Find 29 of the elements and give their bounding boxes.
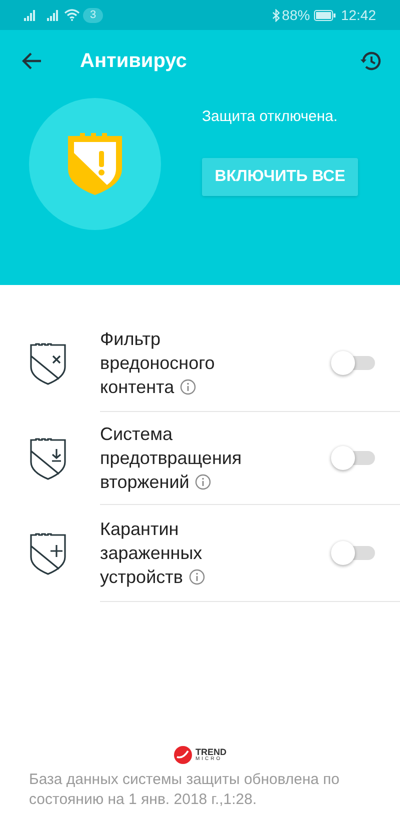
notification-badge: 3	[83, 8, 104, 22]
signal-icon	[47, 9, 60, 21]
history-icon	[359, 49, 383, 73]
feature-label: устройств	[100, 567, 183, 587]
toggle-switch[interactable]	[331, 446, 375, 470]
battery-percent: 88%	[282, 6, 310, 24]
signal-icon	[24, 9, 37, 21]
clock: 12:42	[340, 6, 376, 24]
screen-title: Антивирус	[80, 49, 187, 74]
ball-logo-icon	[174, 746, 192, 764]
feature-label: контента	[100, 377, 174, 397]
logo-wordmark: TREND	[196, 748, 226, 757]
toggle-switch[interactable]	[331, 541, 375, 565]
battery-icon	[314, 10, 336, 20]
feature-label: вторжений	[100, 472, 190, 492]
database-update-note: База данных системы защиты обновлена по состоянию на 1 янв. 2018 г.,1:28.	[29, 770, 340, 810]
info-icon[interactable]	[180, 379, 196, 395]
bluetooth-icon	[272, 8, 280, 22]
shield-download-icon	[30, 438, 66, 480]
enable-all-button[interactable]: ВКЛЮЧИТЬ ВСЕ	[202, 158, 358, 196]
info-icon[interactable]	[188, 569, 205, 585]
back-arrow-icon	[22, 52, 42, 70]
toggle-switch[interactable]	[331, 351, 375, 375]
wifi-icon	[64, 9, 80, 21]
protection-status: Защита отключена.	[202, 107, 339, 127]
shield-plus-icon	[30, 532, 66, 574]
shield-warning-icon	[67, 133, 123, 195]
info-icon[interactable]	[195, 474, 212, 490]
shield-cross-icon	[30, 342, 66, 384]
